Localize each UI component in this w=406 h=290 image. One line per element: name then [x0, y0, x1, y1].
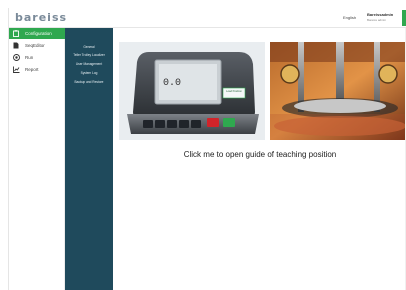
machine-photo[interactable]	[270, 42, 406, 140]
sidebar-item-seqeditor[interactable]: SeqEditor	[9, 40, 65, 51]
user-name[interactable]: Bareissadmin	[367, 12, 393, 17]
language-selector[interactable]: English	[343, 15, 356, 20]
sidebar-item-configuration[interactable]: Configuration	[9, 28, 65, 39]
main-sidebar: Configuration SeqEditor Run Report	[9, 28, 65, 290]
device-readout: 0.0	[163, 78, 182, 89]
sidebar-item-report[interactable]: Report	[9, 64, 65, 75]
device-label: Load Position	[226, 90, 242, 93]
configuration-submenu: General Teller Trolley Localizer User Ma…	[65, 28, 113, 290]
document-icon	[11, 42, 21, 49]
brand-logo: bareiss	[15, 11, 68, 24]
top-bar: bareiss English Bareissadmin Bareiss adm…	[9, 8, 406, 28]
chart-icon	[11, 66, 21, 73]
sidebar-item-run[interactable]: Run	[9, 52, 65, 63]
submenu-item-backup-restore[interactable]: Backup and Restore	[65, 77, 113, 87]
sidebar-item-label: Configuration	[25, 31, 52, 36]
status-indicator[interactable]	[402, 10, 406, 26]
clipboard-icon	[11, 30, 21, 37]
sidebar-item-label: Run	[25, 55, 34, 60]
main-content: 0.0 Load Position Click me to open guide…	[113, 28, 406, 290]
sidebar-item-label: SeqEditor	[25, 43, 45, 48]
teaching-position-guide-link[interactable]: Click me to open guide of teaching posit…	[113, 150, 406, 159]
app-window: bareiss English Bareissadmin Bareiss adm…	[8, 8, 406, 290]
device-image[interactable]: 0.0 Load Position	[119, 42, 265, 140]
target-icon	[11, 54, 21, 61]
user-role: Bareiss admin	[367, 18, 387, 22]
sidebar-item-label: Report	[25, 67, 39, 72]
